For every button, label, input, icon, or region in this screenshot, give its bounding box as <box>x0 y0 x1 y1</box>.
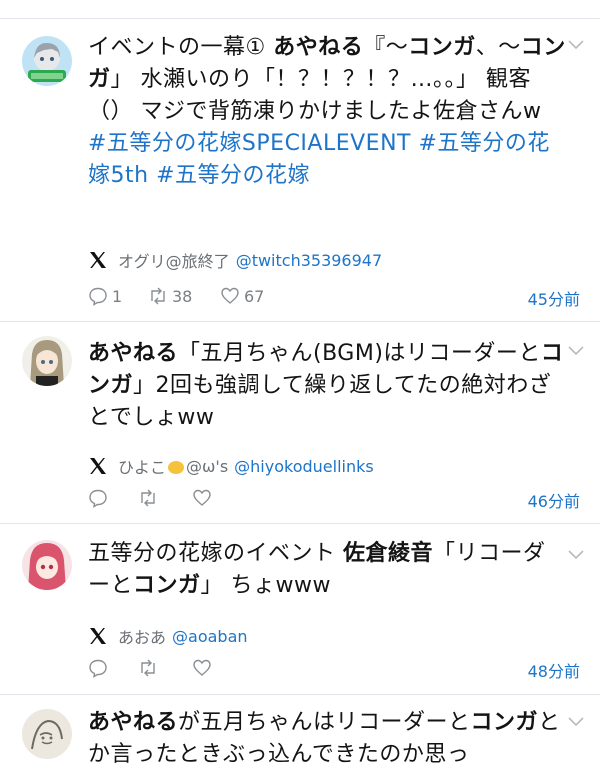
source-handle[interactable]: @aoaban <box>172 627 248 646</box>
tweet-actions: 46分前 <box>88 488 580 512</box>
text-fragment: が五月ちゃんはリコーダーと <box>178 710 471 735</box>
bold-keyword: あやねる <box>273 35 364 60</box>
reply-button[interactable]: 1 <box>88 286 122 306</box>
tweet-card[interactable]: 五等分の花嫁のイベント 佐倉綾音「リコーダーとコンガ」 ちょwww あおあ @a… <box>0 524 600 694</box>
tweet-actions: 48分前 <box>88 658 580 682</box>
reply-icon <box>89 659 107 678</box>
tweet-text: あやねる「五月ちゃん(BGM)はリコーダーとコンガ」2回も強調して繰り返してたの… <box>88 338 566 434</box>
reply-count: 1 <box>112 286 123 306</box>
timestamp[interactable]: 48分前 <box>528 658 580 682</box>
tweet-card[interactable]: あやねるが五月ちゃんはリコーダーとコンガとか言ったときぶっ込んできたのか思っ <box>0 695 600 779</box>
reply-button[interactable] <box>88 488 108 508</box>
like-button[interactable] <box>192 658 212 678</box>
tweet-source[interactable]: オグリ@旅終了 @twitch35396947 <box>88 248 382 272</box>
hashtag-link[interactable]: #五等分の花嫁SPECIALEVENT <box>88 131 411 156</box>
like-icon <box>193 489 211 506</box>
retweet-button[interactable]: 38 <box>148 286 192 306</box>
bold-keyword: コンガ <box>470 710 539 735</box>
text-fragment: 」 ちょwww <box>200 573 332 598</box>
source-name: オグリ@旅終了 <box>118 252 230 271</box>
reply-icon <box>89 489 107 508</box>
retweet-icon <box>141 489 155 507</box>
chevron-down-icon[interactable] <box>568 550 584 560</box>
source-name: ひよこ <box>118 458 167 477</box>
bold-keyword: 佐倉綾音 <box>343 541 434 566</box>
timestamp[interactable]: 45分前 <box>528 286 580 310</box>
retweet-icon <box>141 659 155 677</box>
tweet-source[interactable]: ひよこ @ω's @hiyokoduellinks <box>88 454 374 478</box>
bold-keyword: あやねる <box>88 341 179 366</box>
x-logo-icon <box>90 458 106 474</box>
source-name-suffix: @ω's <box>186 456 229 476</box>
retweet-count: 38 <box>172 286 193 306</box>
reply-icon <box>89 287 107 306</box>
chevron-down-icon[interactable] <box>568 40 584 50</box>
source-handle[interactable]: @twitch35396947 <box>236 251 382 270</box>
text-fragment: 、〜 <box>475 35 521 60</box>
text-fragment: 」 水瀬いのり「！？！？！？…。。」 観客（） マジで背筋凍りかけましたよ佐倉さ… <box>88 67 542 124</box>
bold-keyword: あやねる <box>88 710 179 735</box>
retweet-button[interactable] <box>138 658 158 678</box>
retweet-button[interactable] <box>138 488 158 508</box>
retweet-icon <box>151 287 165 305</box>
tweet-card[interactable]: イベントの一幕① あやねる『〜コンガ、〜コンガ」 水瀬いのり「！？！？！？…。。… <box>0 18 600 321</box>
source-name: あおあ <box>118 628 167 647</box>
text-fragment: 「五月ちゃん(BGM)はリコーダーと <box>178 341 541 366</box>
source-handle[interactable]: @hiyokoduellinks <box>234 457 374 476</box>
tweet-source[interactable]: あおあ @aoaban <box>88 624 248 648</box>
tweet-actions: 1 38 67 45分前 <box>88 286 580 310</box>
avatar[interactable] <box>22 36 72 86</box>
avatar[interactable] <box>22 709 72 759</box>
tweet-text: 五等分の花嫁のイベント 佐倉綾音「リコーダーとコンガ」 ちょwww <box>88 538 566 602</box>
reply-button[interactable] <box>88 658 108 678</box>
x-logo-icon <box>90 252 106 268</box>
text-fragment: 『〜 <box>363 35 409 60</box>
tweet-text: あやねるが五月ちゃんはリコーダーとコンガとか言ったときぶっ込んできたのか思っ <box>88 707 566 771</box>
like-icon <box>221 287 239 304</box>
timestamp[interactable]: 46分前 <box>528 488 580 512</box>
like-count: 67 <box>244 286 265 306</box>
text-fragment <box>149 163 157 188</box>
hashtag-link[interactable]: #五等分の花嫁 <box>156 163 310 188</box>
avatar[interactable] <box>22 540 72 590</box>
like-button[interactable] <box>192 488 212 508</box>
like-button[interactable]: 67 <box>220 286 264 306</box>
avatar[interactable] <box>22 336 72 386</box>
chevron-down-icon[interactable] <box>568 346 584 356</box>
x-logo-icon <box>90 628 106 644</box>
tweet-text: イベントの一幕① あやねる『〜コンガ、〜コンガ」 水瀬いのり「！？！？！？…。。… <box>88 32 566 192</box>
chick-emoji-icon <box>168 460 185 474</box>
like-icon <box>193 659 211 676</box>
bold-keyword: コンガ <box>133 573 201 598</box>
text-fragment: 」2回も強調して繰り返してたの絶対わざとでしょww <box>88 373 552 430</box>
bold-keyword: コンガ <box>408 35 476 60</box>
text-fragment: 五等分の花嫁のイベント <box>88 541 343 566</box>
chevron-down-icon[interactable] <box>568 717 584 727</box>
tweet-card[interactable]: あやねる「五月ちゃん(BGM)はリコーダーとコンガ」2回も強調して繰り返してたの… <box>0 322 600 523</box>
text-fragment: イベントの一幕① <box>88 35 274 60</box>
